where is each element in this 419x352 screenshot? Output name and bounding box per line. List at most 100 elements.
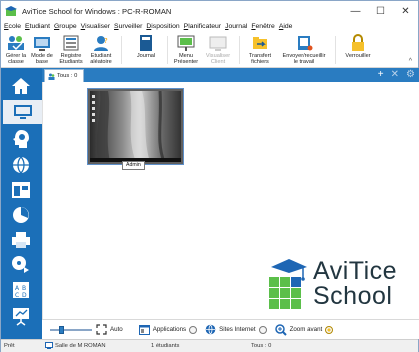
zoom-radio[interactable]: [325, 325, 334, 334]
class-manage-icon: [5, 32, 27, 52]
random-student-button[interactable]: ? Etudiant aléatoire: [87, 32, 115, 66]
slider-track: [50, 328, 92, 331]
ribbon-collapse-button[interactable]: ^: [409, 58, 412, 65]
settings-icon[interactable]: ⚙: [406, 69, 415, 81]
exam-icon[interactable]: ABCD: [9, 278, 33, 302]
svg-text:?: ?: [104, 37, 108, 45]
present-menu-icon: [175, 32, 197, 52]
close-tab-icon[interactable]: ✕: [391, 69, 399, 81]
avitice-school-logo: AviTice School: [267, 255, 413, 315]
menu-planificateur[interactable]: Planificateur: [184, 23, 225, 30]
room-name: Salle de M ROMAN: [55, 343, 106, 349]
send-collect-button[interactable]: Envoyer/recueillir le travail: [277, 32, 331, 66]
menu-surveiller[interactable]: Surveiller: [114, 23, 146, 30]
svg-text:C: C: [15, 292, 19, 299]
student-thumbnail[interactable]: [87, 88, 184, 165]
home-icon[interactable]: [9, 74, 33, 98]
base-mode-icon: [31, 32, 53, 52]
auto-fit-icon: [96, 324, 107, 335]
random-student-icon: ?: [90, 32, 112, 52]
manage-class-button[interactable]: Gérer la classe: [4, 32, 28, 66]
base-mode-button[interactable]: Mode de base: [30, 32, 54, 66]
student-register-button[interactable]: Registre Etudiants: [57, 32, 85, 66]
tab-label: Tous : 0: [57, 73, 78, 79]
view-controls-bar: Auto Applications Sites Internet Zoom av…: [42, 319, 419, 339]
applications-icon: [138, 324, 150, 335]
globe-small-icon: [205, 324, 216, 335]
ribbon-label: Verrouiller: [345, 53, 371, 59]
ribbon-label: le travail: [293, 59, 315, 66]
menu-disposition[interactable]: Disposition: [146, 23, 183, 30]
logo-text-line2: School: [313, 282, 393, 310]
ribbon-separator: [121, 36, 122, 64]
monitor-icon[interactable]: [1, 100, 42, 124]
menu-groupe[interactable]: Groupe: [54, 23, 81, 30]
menu-visualiser[interactable]: Visualiser: [81, 23, 114, 30]
minimize-button[interactable]: —: [343, 1, 368, 21]
ribbon-label: Client: [210, 59, 226, 66]
title-bar: AviTice School for Windows : PC-R-ROMAN …: [1, 1, 418, 21]
ribbon-label: Etudiants: [59, 59, 83, 66]
menu-etudiant[interactable]: Etudiant: [25, 23, 54, 30]
menu-bar: Ecole Etudiant Groupe Visualiser Surveiller D…: [1, 21, 418, 32]
window-title: AviTice School for Windows : PC-R-ROMAN: [22, 6, 172, 16]
lock-button[interactable]: Verrouiller: [341, 32, 375, 59]
websites-toggle[interactable]: Sites Internet: [205, 324, 267, 335]
websites-label: Sites Internet: [219, 326, 256, 333]
maximize-button[interactable]: ☐: [368, 1, 393, 21]
student-register-icon: [60, 32, 82, 52]
sidebar: ABCD: [1, 68, 42, 348]
menu-aide[interactable]: Aide: [279, 23, 297, 30]
send-collect-icon: [293, 32, 315, 52]
student-workspace: Admin AviTice School: [42, 82, 419, 319]
applications-radio[interactable]: [189, 325, 198, 334]
lock-icon: [347, 32, 369, 52]
ribbon-separator: [167, 36, 168, 64]
ribbon-label: fichiers: [251, 59, 269, 66]
journal-button[interactable]: Journal: [131, 32, 161, 59]
applications-toggle[interactable]: Applications: [138, 324, 198, 335]
thumbnail-size-slider[interactable]: [50, 325, 92, 335]
present-menu-button[interactable]: Menu Présenter: [171, 32, 201, 66]
svg-text:D: D: [22, 292, 27, 299]
ribbon-label: Journal: [136, 53, 156, 59]
window-layout-icon[interactable]: [9, 178, 33, 202]
menu-journal[interactable]: Journal: [225, 23, 251, 30]
auto-button[interactable]: Auto: [96, 324, 123, 335]
ribbon-separator: [335, 36, 336, 64]
group-icon: [48, 73, 55, 80]
status-text: Prêt: [4, 343, 15, 349]
file-transfer-button[interactable]: Transfert fichiers: [245, 32, 275, 66]
group-tab-strip: Tous : 0 + ✕ ⚙: [42, 68, 419, 82]
zoom-in-icon: [274, 323, 287, 336]
ribbon-separator: [239, 36, 240, 64]
globe-icon[interactable]: [9, 153, 33, 177]
file-transfer-icon: [249, 32, 271, 52]
svg-text:B: B: [22, 285, 26, 292]
view-client-icon: [207, 32, 229, 52]
zoom-label: Zoom avant: [289, 326, 323, 333]
printer-icon[interactable]: [9, 228, 33, 252]
menu-fentre[interactable]: Fenêtre: [251, 23, 278, 30]
tab-all[interactable]: Tous : 0: [44, 69, 84, 82]
student-name-label: Admin: [122, 161, 145, 170]
head-profile-icon[interactable]: [9, 127, 33, 151]
presentation-icon[interactable]: [9, 304, 33, 328]
view-client-button[interactable]: Visualiser Client: [204, 32, 232, 66]
menu-ecole[interactable]: Ecole: [4, 23, 25, 30]
journal-icon: [135, 32, 157, 52]
room-icon: [45, 342, 53, 351]
status-bar: Prêt Salle de M ROMAN 1 étudiants Tous :…: [1, 339, 418, 352]
ribbon-label: aléatoire: [90, 59, 112, 66]
add-tab-icon[interactable]: +: [378, 69, 384, 81]
close-button[interactable]: ✕: [393, 1, 418, 21]
ribbon-label: Présenter: [173, 59, 199, 66]
websites-radio[interactable]: [258, 325, 267, 334]
app-window: AviTice School for Windows : PC-R-ROMAN …: [0, 0, 419, 352]
media-icon[interactable]: [9, 253, 33, 277]
slider-thumb[interactable]: [59, 325, 65, 334]
student-count: 1 étudiants: [151, 343, 180, 349]
applications-label: Applications: [152, 326, 187, 333]
pie-chart-icon[interactable]: [9, 203, 33, 227]
zoom-toggle[interactable]: Zoom avant: [274, 323, 334, 336]
